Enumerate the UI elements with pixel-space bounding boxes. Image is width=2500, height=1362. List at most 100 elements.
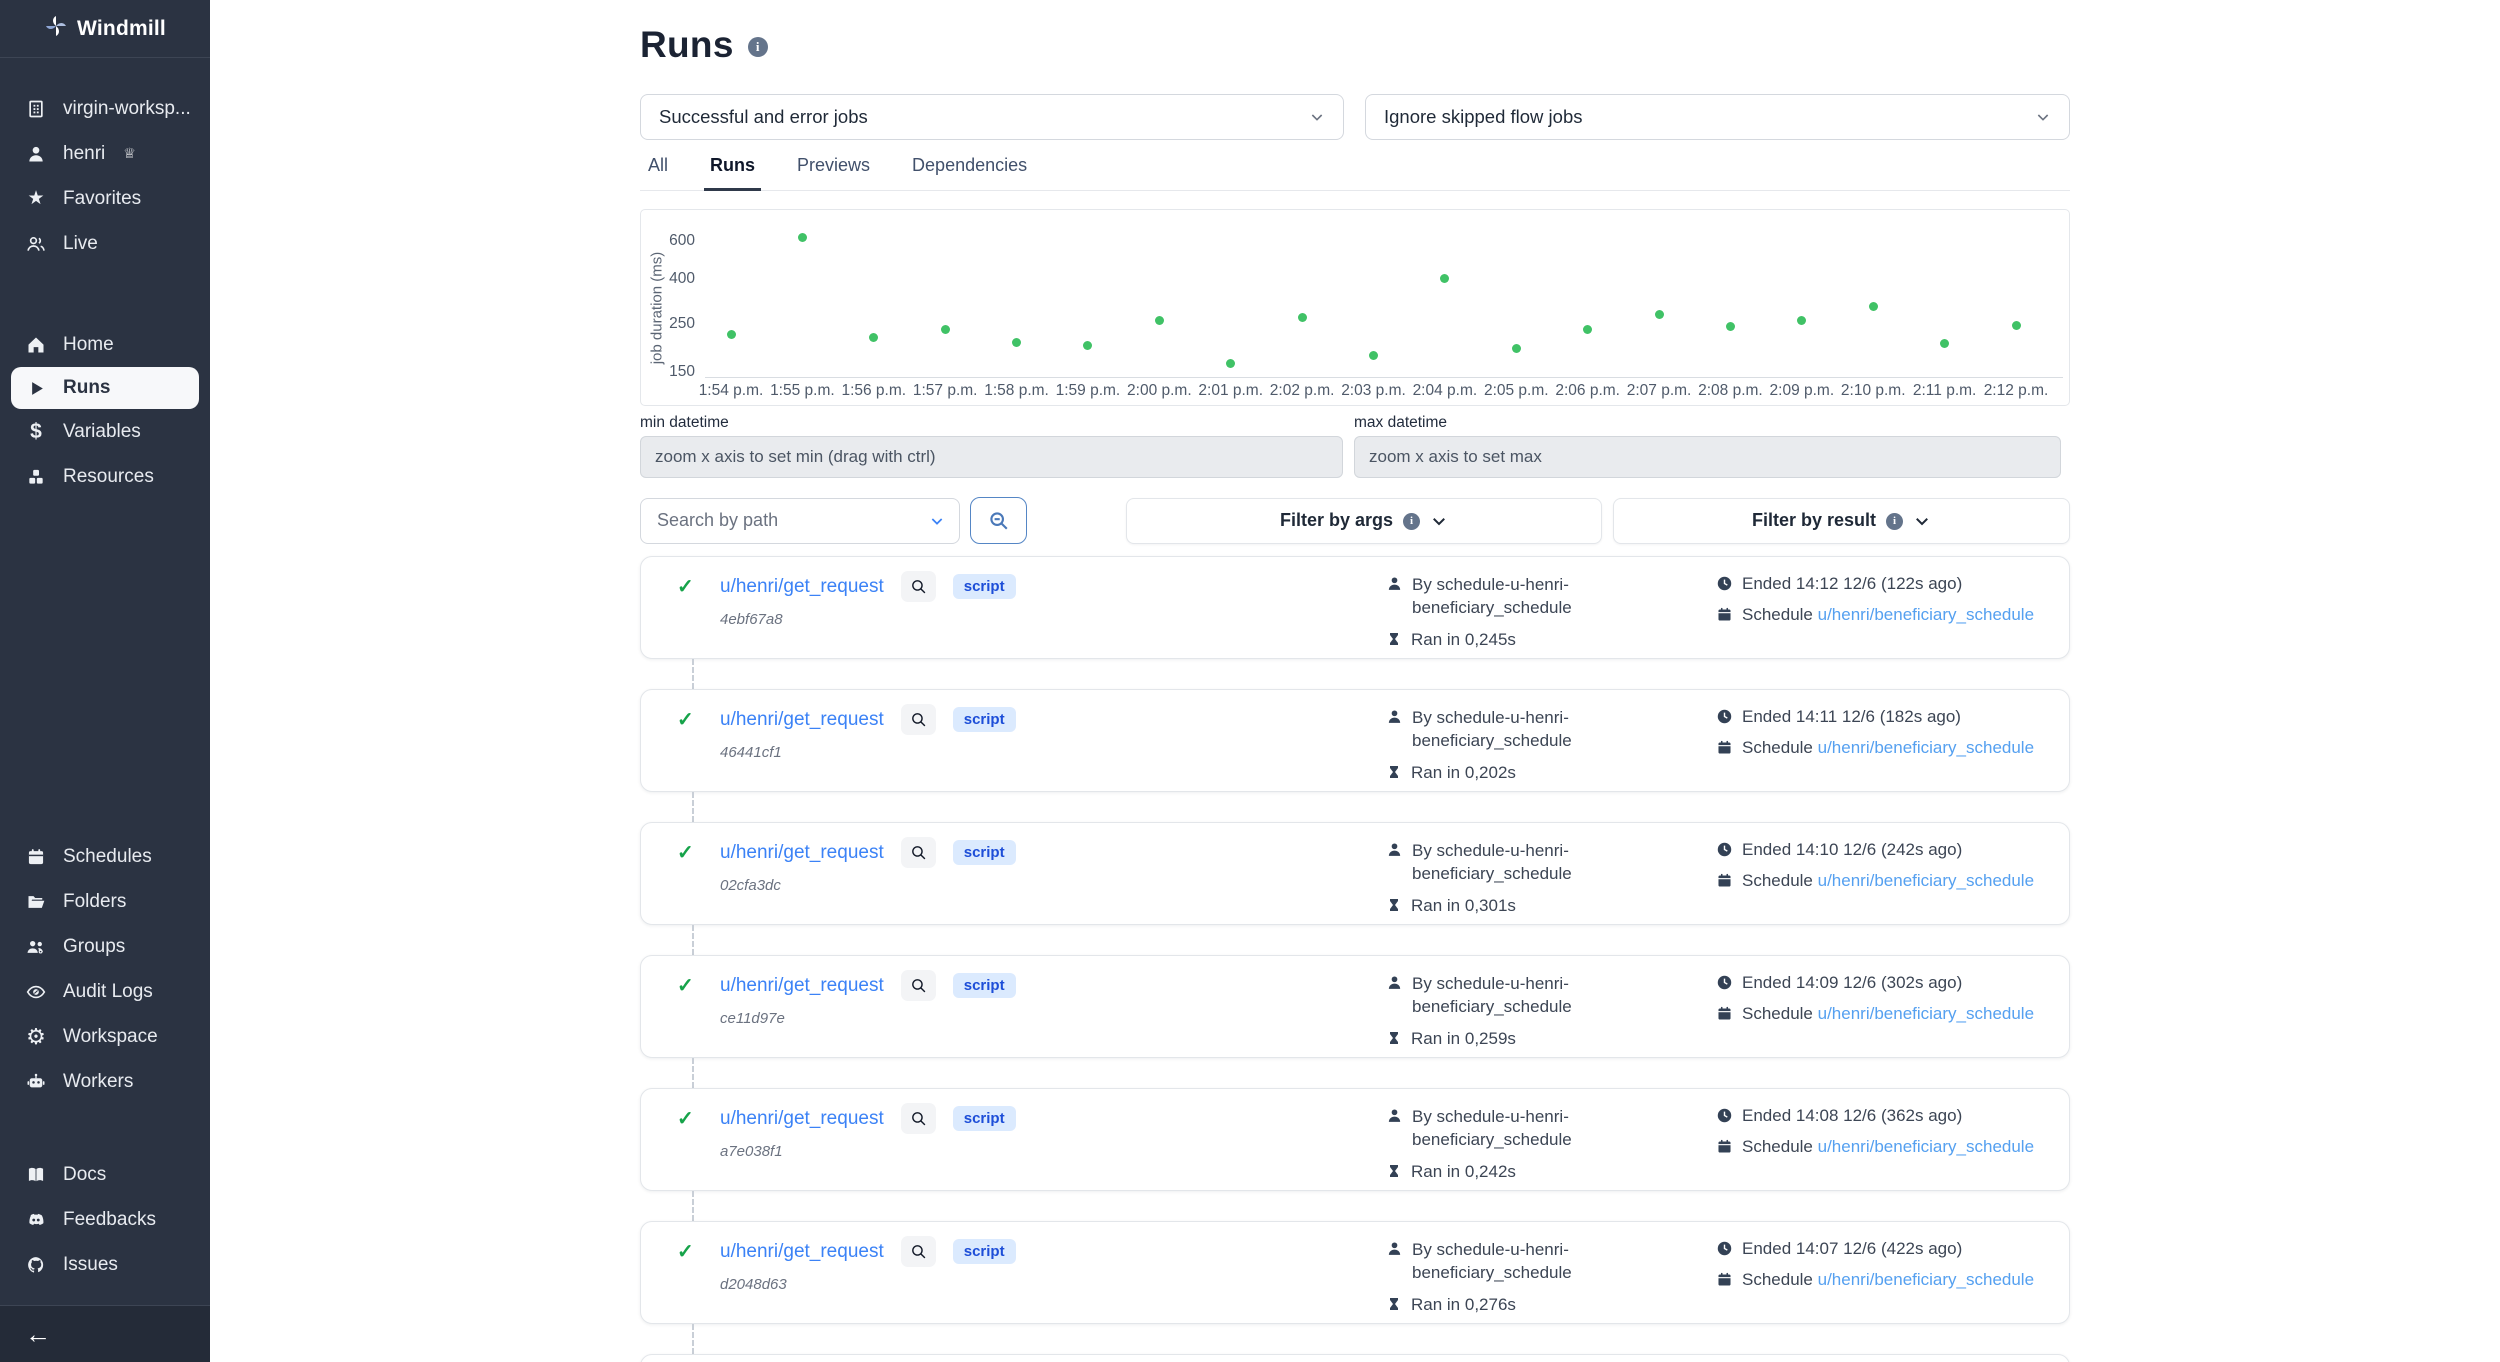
- run-duration-dot[interactable]: [1797, 316, 1806, 325]
- run-connector-line: [692, 659, 2070, 689]
- inspect-run-button[interactable]: [901, 1236, 936, 1267]
- run-card[interactable]: ✓ u/henri/get_request script a7e038f1 By…: [640, 1088, 2070, 1191]
- skipped-flow-select[interactable]: Ignore skipped flow jobs: [1365, 94, 2070, 140]
- clock-icon: [1716, 1107, 1733, 1129]
- inspect-run-button[interactable]: [901, 837, 936, 868]
- tab-all[interactable]: All: [642, 155, 674, 190]
- search-by-path-select[interactable]: Search by path: [640, 498, 960, 544]
- sidebar-item-audit-logs[interactable]: Audit Logs: [0, 969, 210, 1014]
- inspect-run-button[interactable]: [901, 970, 936, 1001]
- run-duration-dot[interactable]: [1226, 359, 1235, 368]
- schedule-link[interactable]: u/henri/beneficiary_schedule: [1818, 738, 2034, 757]
- sidebar-item-groups[interactable]: Groups: [0, 924, 210, 969]
- run-card[interactable]: ✓ u/henri/get_request script ce11d97e By…: [640, 955, 2070, 1058]
- sidebar-item-folders[interactable]: Folders: [0, 879, 210, 924]
- run-schedule: Schedule u/henri/beneficiary_schedule: [1742, 738, 2034, 758]
- search-button[interactable]: [970, 497, 1027, 544]
- schedule-link[interactable]: u/henri/beneficiary_schedule: [1818, 1137, 2034, 1156]
- inspect-run-button[interactable]: [901, 571, 936, 602]
- max-datetime-input[interactable]: [1354, 436, 2061, 478]
- run-duration-dot[interactable]: [1583, 325, 1592, 334]
- run-path-link[interactable]: u/henri/get_request: [720, 975, 884, 997]
- chevron-down-icon: [1430, 512, 1448, 530]
- tab-previews[interactable]: Previews: [791, 155, 876, 190]
- run-duration-dot[interactable]: [1298, 313, 1307, 322]
- sidebar-item-live[interactable]: Live: [0, 221, 210, 266]
- filter-by-result-button[interactable]: Filter by result i: [1613, 498, 2070, 544]
- min-datetime-input[interactable]: [640, 436, 1343, 478]
- schedule-link[interactable]: u/henri/beneficiary_schedule: [1818, 605, 2034, 624]
- sidebar-item-home[interactable]: Home: [0, 322, 210, 367]
- run-path-link[interactable]: u/henri/get_request: [720, 1108, 884, 1130]
- run-card[interactable]: ✓ u/henri/get_request script 4ebf67a8 By…: [640, 556, 2070, 659]
- run-duration-dot[interactable]: [1012, 338, 1021, 347]
- magnifier-icon: [910, 977, 927, 994]
- info-icon[interactable]: i: [748, 37, 768, 57]
- run-duration-dot[interactable]: [1440, 274, 1449, 283]
- run-duration-dot[interactable]: [869, 333, 878, 342]
- run-duration: Ran in 0,202s: [1411, 763, 1516, 783]
- sidebar-item-favorites[interactable]: ★ Favorites: [0, 176, 210, 221]
- collapse-sidebar-icon[interactable]: ←: [25, 1321, 51, 1347]
- run-card[interactable]: ✓ u/henri/get_request script d2048d63 By…: [640, 1221, 2070, 1324]
- schedule-link[interactable]: u/henri/beneficiary_schedule: [1818, 871, 2034, 890]
- hourglass-icon: [1386, 631, 1402, 652]
- brand-name: Windmill: [77, 17, 166, 41]
- sidebar-item-runs[interactable]: Runs: [11, 367, 199, 409]
- schedule-link[interactable]: u/henri/beneficiary_schedule: [1818, 1004, 2034, 1023]
- run-duration-dot[interactable]: [1869, 302, 1878, 311]
- sidebar-item-workers[interactable]: Workers: [0, 1059, 210, 1104]
- inspect-run-button[interactable]: [901, 1103, 936, 1134]
- user-icon: [1386, 575, 1403, 597]
- run-duration-dot[interactable]: [1155, 316, 1164, 325]
- tab-dependencies[interactable]: Dependencies: [906, 155, 1033, 190]
- run-schedule: Schedule u/henri/beneficiary_schedule: [1742, 605, 2034, 625]
- run-duration-dot[interactable]: [727, 330, 736, 339]
- sidebar-item-schedules[interactable]: Schedules: [0, 834, 210, 879]
- run-duration-dot[interactable]: [1940, 339, 1949, 348]
- run-duration-dot[interactable]: [2012, 321, 2021, 330]
- run-duration-dot[interactable]: [1369, 351, 1378, 360]
- run-triggered-by: By schedule-u-henri-beneficiary_schedule: [1412, 1239, 1572, 1285]
- run-path-link[interactable]: u/henri/get_request: [720, 1241, 884, 1263]
- run-path-link[interactable]: u/henri/get_request: [720, 709, 884, 731]
- run-duration-dot[interactable]: [941, 325, 950, 334]
- run-path-link[interactable]: u/henri/get_request: [720, 576, 884, 598]
- chart-x-tick: 2:10 p.m.: [1841, 382, 1906, 400]
- magnifier-icon: [910, 578, 927, 595]
- user-icon: [1386, 841, 1403, 863]
- tab-runs[interactable]: Runs: [704, 155, 761, 191]
- inspect-run-button[interactable]: [901, 704, 936, 735]
- brand[interactable]: Windmill: [0, 0, 210, 58]
- run-duration-dot[interactable]: [1083, 341, 1092, 350]
- run-duration-dot[interactable]: [1512, 344, 1521, 353]
- chart-x-tick: 1:54 p.m.: [699, 382, 764, 400]
- sidebar-item-feedbacks[interactable]: Feedbacks: [0, 1197, 210, 1242]
- sidebar-item-variables[interactable]: $ Variables: [0, 409, 210, 454]
- duration-scatter-chart[interactable]: job duration (ms) 6004002501501:54 p.m.1…: [640, 209, 2070, 406]
- skipped-flow-value: Ignore skipped flow jobs: [1384, 106, 1582, 128]
- filter-by-args-button[interactable]: Filter by args i: [1126, 498, 1602, 544]
- run-triggered-by: By schedule-u-henri-beneficiary_schedule: [1412, 574, 1572, 620]
- job-status-select[interactable]: Successful and error jobs: [640, 94, 1344, 140]
- run-duration-dot[interactable]: [1726, 322, 1735, 331]
- run-duration-dot[interactable]: [798, 233, 807, 242]
- sidebar-item-workspace-settings[interactable]: ⚙ Workspace: [0, 1014, 210, 1059]
- schedule-link[interactable]: u/henri/beneficiary_schedule: [1818, 1270, 2034, 1289]
- sidebar-item-user[interactable]: henri ♕: [0, 131, 210, 176]
- run-card[interactable]: ✓ u/henri/get_request script By schedule…: [640, 1354, 2070, 1362]
- sidebar-item-issues[interactable]: Issues: [0, 1242, 210, 1287]
- run-duration-dot[interactable]: [1655, 310, 1664, 319]
- run-path-link[interactable]: u/henri/get_request: [720, 842, 884, 864]
- sidebar: Windmill virgin-worksp... henri ♕ ★ Favo…: [0, 0, 210, 1362]
- sidebar-item-resources[interactable]: Resources: [0, 454, 210, 499]
- run-schedule: Schedule u/henri/beneficiary_schedule: [1742, 871, 2034, 891]
- sidebar-item-workspace[interactable]: virgin-worksp...: [0, 86, 210, 131]
- run-card[interactable]: ✓ u/henri/get_request script 02cfa3dc By…: [640, 822, 2070, 925]
- run-card[interactable]: ✓ u/henri/get_request script 46441cf1 By…: [640, 689, 2070, 792]
- hourglass-icon: [1386, 1163, 1402, 1184]
- chart-x-tick: 1:57 p.m.: [913, 382, 978, 400]
- sidebar-item-docs[interactable]: Docs: [0, 1152, 210, 1197]
- chart-x-tick: 2:05 p.m.: [1484, 382, 1549, 400]
- chart-x-tick: 2:06 p.m.: [1555, 382, 1620, 400]
